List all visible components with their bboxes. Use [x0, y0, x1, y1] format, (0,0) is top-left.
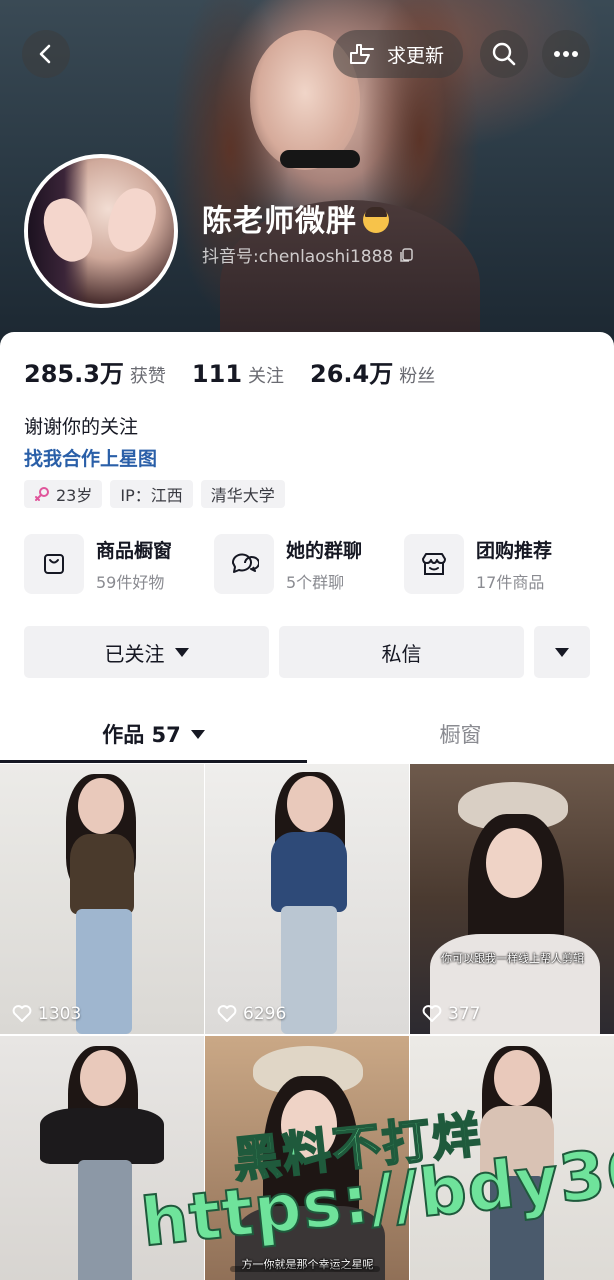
avatar[interactable]: [24, 154, 178, 308]
nickname: 陈老师微胖: [202, 196, 389, 240]
video-thumbnail[interactable]: 1303: [0, 764, 204, 1034]
chevron-left-icon: [39, 44, 51, 64]
heart-icon: [217, 1005, 237, 1022]
stat-label: 获赞: [129, 366, 166, 387]
female-icon: [35, 487, 49, 501]
followed-label: 已关注: [104, 641, 165, 666]
age-text: 23岁: [56, 486, 93, 505]
chat-bubbles-icon: [214, 534, 274, 594]
profile-banner: 求更新 陈老师微胖 抖音号:chenlaoshi1888: [0, 0, 614, 360]
showcase-sub: 59件好物: [96, 572, 165, 592]
more-button[interactable]: [542, 30, 590, 78]
like-count-text: 6296: [243, 1004, 287, 1024]
tab-showcase[interactable]: 橱窗: [307, 704, 614, 764]
like-count: 6296: [217, 1004, 286, 1024]
stat-number: 285.3万: [24, 360, 124, 388]
tab-works[interactable]: 作品 57: [0, 704, 307, 764]
like-count: 1303: [12, 1004, 81, 1024]
group-buy-title: 团购推荐: [476, 539, 553, 562]
stat-label: 粉丝: [399, 366, 436, 387]
request-update-button[interactable]: 求更新: [333, 30, 463, 78]
stat-following[interactable]: 111 关注: [192, 360, 284, 388]
heart-icon: [12, 1005, 32, 1022]
stat-likes[interactable]: 285.3万 获赞: [24, 354, 166, 389]
hand-point-icon: [350, 44, 374, 64]
tab-works-label: 作品 57: [102, 723, 181, 747]
action-buttons: 已关注 私信: [24, 626, 590, 678]
profile-tags: 23岁 IP：江西 清华大学: [24, 480, 285, 508]
caret-down-icon: [555, 647, 569, 657]
caret-down-icon: [174, 647, 189, 657]
active-tab-indicator: [0, 760, 307, 763]
search-icon: [492, 42, 516, 66]
search-button[interactable]: [480, 30, 528, 78]
showcase-title: 商品橱窗: [96, 539, 173, 562]
banner-art-choker: [280, 150, 360, 168]
showcase-entry[interactable]: 商品橱窗 59件好物: [24, 534, 214, 594]
stats-row: 285.3万 获赞 111 关注 26.4万 粉丝: [24, 354, 461, 389]
back-button[interactable]: [22, 30, 70, 78]
ip-tag: IP：江西: [110, 480, 193, 508]
group-chat-title: 她的群聊: [286, 539, 363, 562]
video-caption: 你可以跟我一样线上帮人剪辑: [441, 952, 584, 965]
ip-text: IP：江西: [120, 486, 183, 505]
like-count-text: 377: [448, 1004, 481, 1024]
age-tag: 23岁: [24, 480, 103, 508]
message-button[interactable]: 私信: [279, 626, 524, 678]
business-link[interactable]: 找我合作上星图: [24, 444, 157, 471]
group-chat-entry[interactable]: 她的群聊 5个群聊: [214, 534, 404, 594]
teacher-emoji-icon: [363, 207, 389, 233]
message-label: 私信: [381, 641, 422, 666]
stat-number: 111: [191, 360, 243, 388]
request-update-label: 求更新: [387, 44, 445, 67]
heart-icon: [422, 1005, 442, 1022]
bio-text: 谢谢你的关注: [24, 416, 139, 438]
group-chat-sub: 5个群聊: [286, 572, 345, 592]
caret-down-icon: [190, 729, 205, 739]
bag-icon: [24, 534, 84, 594]
douyin-id-text: 抖音号:chenlaoshi1888: [202, 247, 394, 267]
followed-button[interactable]: 已关注: [24, 626, 269, 678]
copy-icon[interactable]: [399, 247, 415, 263]
douyin-id[interactable]: 抖音号:chenlaoshi1888: [202, 242, 415, 267]
content-tabs: 作品 57 橱窗: [0, 704, 614, 764]
tab-showcase-label: 橱窗: [439, 723, 482, 747]
group-buy-entry[interactable]: 团购推荐 17件商品: [404, 534, 594, 594]
nickname-text: 陈老师微胖: [202, 204, 357, 239]
more-actions-button[interactable]: [534, 626, 590, 678]
group-buy-sub: 17件商品: [476, 572, 545, 592]
more-dots-icon: [554, 51, 578, 57]
stat-label: 关注: [248, 366, 285, 387]
home-indicator: [230, 1266, 380, 1272]
school-tag[interactable]: 清华大学: [200, 480, 285, 508]
feature-entries: 商品橱窗 59件好物 她的群聊 5个群聊 团购推荐 17件商品: [24, 534, 594, 594]
stat-number: 26.4万: [310, 360, 394, 388]
like-count-text: 1303: [38, 1004, 82, 1024]
video-thumbnail[interactable]: 6296: [205, 764, 409, 1034]
video-thumbnail[interactable]: 你可以跟我一样线上帮人剪辑 377: [410, 764, 614, 1034]
store-icon: [404, 534, 464, 594]
school-text: 清华大学: [210, 486, 275, 505]
like-count: 377: [422, 1004, 480, 1024]
stat-followers[interactable]: 26.4万 粉丝: [310, 354, 435, 389]
